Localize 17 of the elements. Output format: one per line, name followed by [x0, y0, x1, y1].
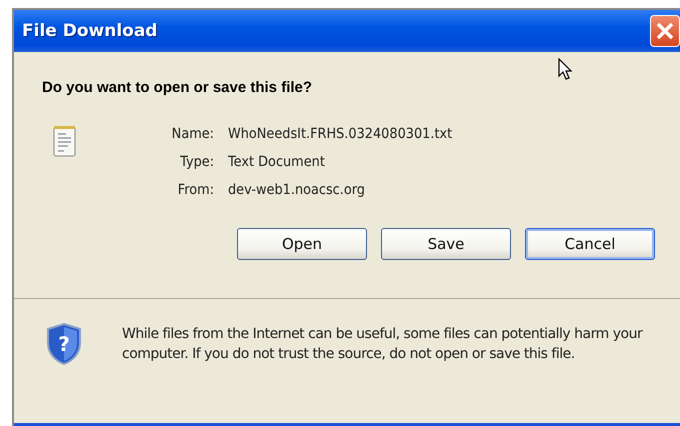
field-label: From:: [176, 182, 214, 198]
dialog-question: Do you want to open or save this file?: [42, 79, 312, 96]
field-label: Type:: [179, 154, 214, 170]
field-value: dev-web1.noacsc.org: [228, 182, 366, 198]
field-value: WhoNeedsIt.FRHS.0324080301.txt: [228, 126, 452, 142]
dialog-button[interactable]: Open: [237, 228, 367, 260]
dialog-button[interactable]: Save: [381, 228, 511, 260]
text-file-icon: [52, 124, 78, 158]
close-icon: [656, 22, 674, 40]
dialog-button[interactable]: Cancel: [525, 228, 655, 260]
window-title: File Download: [22, 21, 158, 41]
close-button[interactable]: [650, 15, 680, 47]
field-label: Name:: [172, 126, 214, 142]
mouse-pointer-icon: [558, 58, 572, 80]
field-value: Text Document: [228, 154, 326, 170]
security-shield-icon: ?: [46, 323, 82, 365]
security-warning: While files from the Internet can be useful, some files can potentially harm your computer. If you do not trust the source, do not open or save this file.: [122, 325, 644, 364]
